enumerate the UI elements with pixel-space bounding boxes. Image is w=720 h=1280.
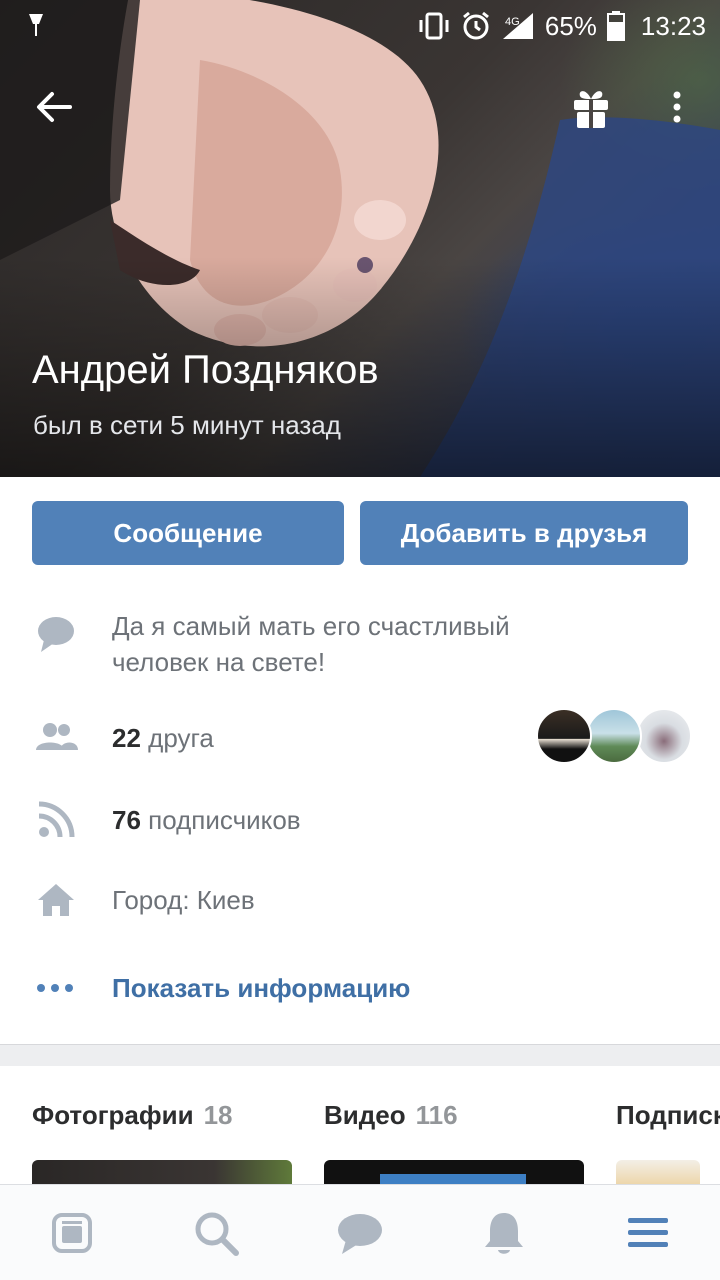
clock: 13:23 — [640, 10, 706, 41]
status-text: Да я самый мать его счастливый человек н… — [112, 611, 510, 677]
battery-icon — [606, 11, 625, 41]
last-seen: был в сети 5 минут назад — [33, 410, 341, 440]
nav-messages[interactable] — [332, 1205, 388, 1261]
battery-percent: 65% — [544, 10, 597, 41]
notifications-icon — [485, 1213, 523, 1254]
followers-row[interactable]: 76 подписчиков — [0, 796, 720, 846]
vibrate-icon — [419, 12, 449, 40]
search-icon — [195, 1212, 239, 1256]
status-bar: 4G 65% 13:23 — [0, 0, 720, 50]
back-button[interactable] — [30, 82, 86, 132]
news-icon — [52, 1213, 92, 1253]
dots-icon — [37, 984, 73, 992]
friends-count: 22 — [112, 723, 141, 753]
menu-icon — [628, 1218, 668, 1247]
photos-title: Фотографии — [32, 1100, 194, 1130]
section-divider — [0, 1044, 720, 1066]
videos-count: 116 — [415, 1100, 458, 1130]
avatar — [536, 708, 592, 764]
alarm-icon — [462, 11, 489, 40]
signal-icon: 4G — [502, 13, 533, 39]
followers-text: 76 подписчиков — [112, 802, 301, 838]
profile-cover: 4G 65% 13:23 Андрей Поздняков был в сети… — [0, 0, 720, 477]
friends-label: друга — [148, 723, 214, 753]
status-row: Да я самый мать его счастливый человек н… — [0, 608, 720, 688]
city-row: Город: Киев — [0, 876, 720, 926]
videos-title: Видео — [324, 1100, 406, 1130]
followers-label: подписчиков — [148, 805, 301, 835]
avatar — [586, 708, 642, 764]
more-vertical-icon — [673, 91, 681, 123]
nav-search[interactable] — [188, 1205, 244, 1261]
subscriptions-section[interactable]: Подписки — [616, 1100, 720, 1131]
more-button[interactable] — [660, 82, 694, 132]
gift-button[interactable] — [566, 82, 616, 132]
nav-news[interactable] — [44, 1205, 100, 1261]
nav-menu[interactable] — [620, 1205, 676, 1261]
friends-text: 22 друга — [112, 720, 214, 756]
people-icon — [36, 723, 78, 750]
notification-icon — [29, 14, 43, 36]
messages-icon — [338, 1214, 382, 1254]
message-button[interactable]: Сообщение — [32, 501, 344, 565]
media-sections: Фотографии 18 Видео 116 Подписки — [0, 1100, 720, 1150]
avatar — [636, 708, 692, 764]
photos-section[interactable]: Фотографии 18 — [32, 1100, 233, 1131]
svg-text:4G: 4G — [505, 16, 520, 28]
bottom-navigation — [0, 1184, 720, 1280]
top-bar — [0, 60, 720, 150]
show-info-link[interactable]: Показать информацию — [112, 970, 410, 1006]
followers-count: 76 — [112, 805, 141, 835]
videos-section[interactable]: Видео 116 — [324, 1100, 458, 1131]
subscriptions-title: Подписки — [616, 1100, 720, 1130]
city-text: Город: Киев — [112, 885, 255, 915]
gift-icon — [574, 91, 608, 128]
add-friend-button[interactable]: Добавить в друзья — [360, 501, 688, 565]
nav-notifications[interactable] — [476, 1205, 532, 1261]
rss-icon — [38, 801, 75, 838]
home-icon — [38, 884, 74, 916]
show-info-row[interactable]: Показать информацию — [0, 964, 720, 1014]
friends-avatars[interactable] — [536, 708, 692, 766]
comment-icon — [38, 617, 74, 652]
photos-count: 18 — [203, 1100, 233, 1130]
profile-name: Андрей Поздняков — [32, 348, 379, 392]
arrow-left-icon — [37, 92, 72, 122]
